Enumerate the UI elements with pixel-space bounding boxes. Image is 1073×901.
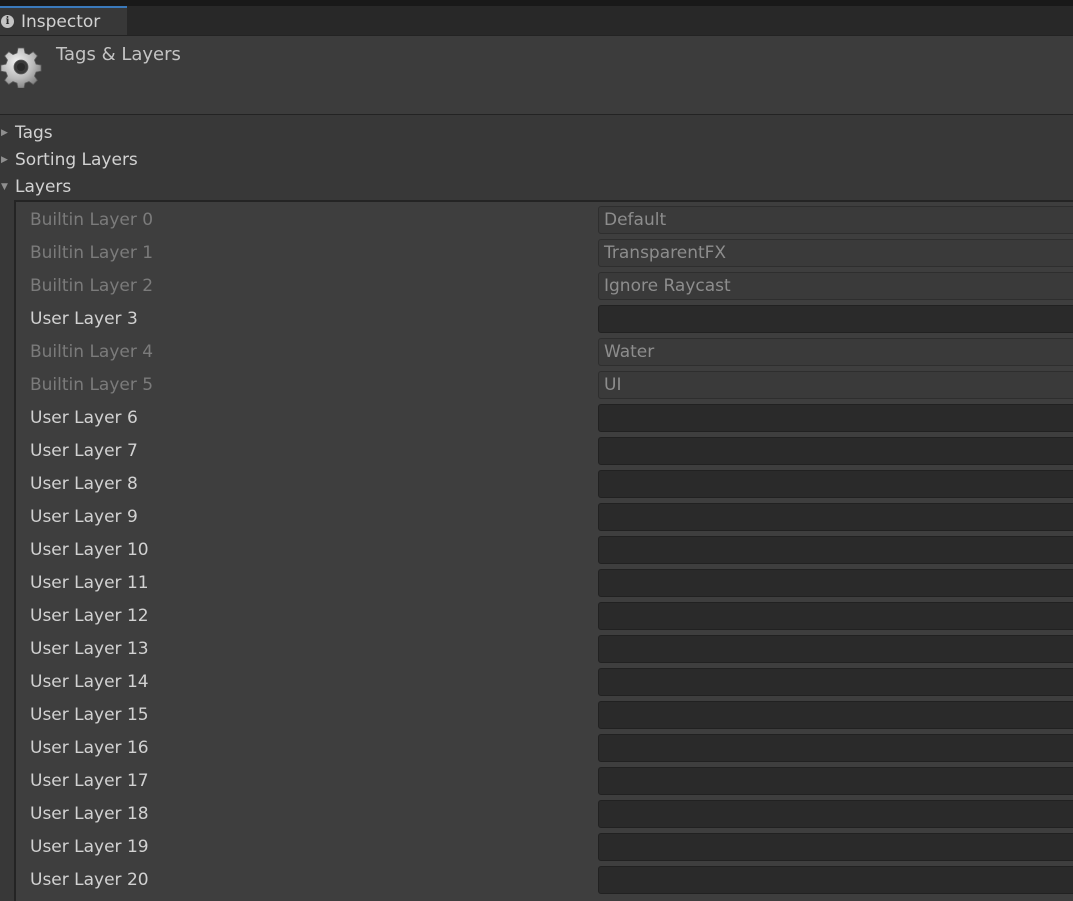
layer-row: User Layer 10 — [16, 533, 1073, 566]
layer-name-input[interactable] — [598, 800, 1073, 828]
layer-label: User Layer 6 — [30, 408, 138, 428]
layer-name-input[interactable] — [598, 734, 1073, 762]
layer-row: Builtin Layer 5 UI — [16, 368, 1073, 401]
layer-label: Builtin Layer 1 — [30, 243, 154, 263]
layer-row: User Layer 13 — [16, 632, 1073, 665]
layer-label: User Layer 8 — [30, 474, 138, 494]
layer-row: User Layer 12 — [16, 599, 1073, 632]
layer-label: User Layer 15 — [30, 705, 149, 725]
layer-name-input[interactable] — [598, 635, 1073, 663]
layer-name-input[interactable] — [598, 866, 1073, 894]
layers-list: Builtin Layer 0 Default Builtin Layer 1 Tra… — [14, 200, 1073, 901]
tab-inspector[interactable]: i Inspector — [0, 6, 127, 35]
layer-label: User Layer 13 — [30, 639, 149, 659]
layer-row: Builtin Layer 1 TransparentFX — [16, 236, 1073, 269]
layer-name-input[interactable] — [598, 602, 1073, 630]
layer-name-input[interactable] — [598, 569, 1073, 597]
layer-row: User Layer 16 — [16, 731, 1073, 764]
layer-name-field-readonly: Water — [598, 338, 1073, 366]
layer-label: User Layer 7 — [30, 441, 138, 461]
layer-label: User Layer 17 — [30, 771, 149, 791]
layer-label: User Layer 16 — [30, 738, 149, 758]
layer-label: User Layer 12 — [30, 606, 149, 626]
layer-row: User Layer 11 — [16, 566, 1073, 599]
tab-bar: i Inspector — [0, 6, 1073, 36]
header-title: Tags & Layers — [56, 44, 181, 65]
layer-row: User Layer 15 — [16, 698, 1073, 731]
foldout-sorting-layers[interactable]: ▶ Sorting Layers — [0, 146, 138, 173]
layer-label: User Layer 3 — [30, 309, 138, 329]
layer-name-field-readonly: Ignore Raycast — [598, 272, 1073, 300]
layer-row: User Layer 18 — [16, 797, 1073, 830]
layer-row: User Layer 19 — [16, 830, 1073, 863]
foldout-label: Tags — [15, 122, 53, 143]
layer-name-input[interactable] — [598, 305, 1073, 333]
layer-name-input[interactable] — [598, 767, 1073, 795]
chevron-right-icon: ▶ — [1, 127, 8, 138]
foldout-label: Layers — [15, 176, 72, 197]
tab-label: Inspector — [21, 11, 101, 32]
layer-name-input[interactable] — [598, 470, 1073, 498]
foldout-layers[interactable]: ▼ Layers — [0, 173, 71, 200]
layer-row: Builtin Layer 4 Water — [16, 335, 1073, 368]
layer-label: User Layer 19 — [30, 837, 149, 857]
chevron-right-icon: ▶ — [1, 154, 8, 165]
foldout-tags[interactable]: ▶ Tags — [0, 119, 53, 146]
layer-row: User Layer 7 — [16, 434, 1073, 467]
layer-label: Builtin Layer 2 — [30, 276, 154, 296]
layer-row: User Layer 14 — [16, 665, 1073, 698]
layer-label: Builtin Layer 5 — [30, 375, 154, 395]
layer-row: User Layer 6 — [16, 401, 1073, 434]
layer-label: Builtin Layer 4 — [30, 342, 154, 362]
layer-row: Builtin Layer 2 Ignore Raycast — [16, 269, 1073, 302]
layer-row: User Layer 20 — [16, 863, 1073, 896]
info-icon: i — [1, 15, 14, 28]
layer-name-input[interactable] — [598, 668, 1073, 696]
chevron-down-icon: ▼ — [1, 181, 8, 192]
foldout-label: Sorting Layers — [15, 149, 138, 170]
layer-row: User Layer 3 — [16, 302, 1073, 335]
layer-row: Builtin Layer 0 Default — [16, 203, 1073, 236]
layer-label: User Layer 11 — [30, 573, 149, 593]
layer-row: User Layer 17 — [16, 764, 1073, 797]
layer-name-input[interactable] — [598, 701, 1073, 729]
layer-label: User Layer 18 — [30, 804, 149, 824]
layer-row: User Layer 8 — [16, 467, 1073, 500]
layer-name-field-readonly: TransparentFX — [598, 239, 1073, 267]
layer-label: User Layer 9 — [30, 507, 138, 527]
layer-name-input[interactable] — [598, 503, 1073, 531]
layer-row: User Layer 9 — [16, 500, 1073, 533]
gear-icon — [0, 47, 42, 88]
layer-name-field-readonly: Default — [598, 206, 1073, 234]
layer-label: User Layer 20 — [30, 870, 149, 890]
layer-name-input[interactable] — [598, 536, 1073, 564]
inspector-header: Tags & Layers — [0, 36, 1073, 115]
layer-name-input[interactable] — [598, 437, 1073, 465]
layer-label: User Layer 14 — [30, 672, 149, 692]
layer-label: Builtin Layer 0 — [30, 210, 154, 230]
layer-name-input[interactable] — [598, 404, 1073, 432]
layer-name-input[interactable] — [598, 833, 1073, 861]
layer-name-field-readonly: UI — [598, 371, 1073, 399]
layer-label: User Layer 10 — [30, 540, 149, 560]
